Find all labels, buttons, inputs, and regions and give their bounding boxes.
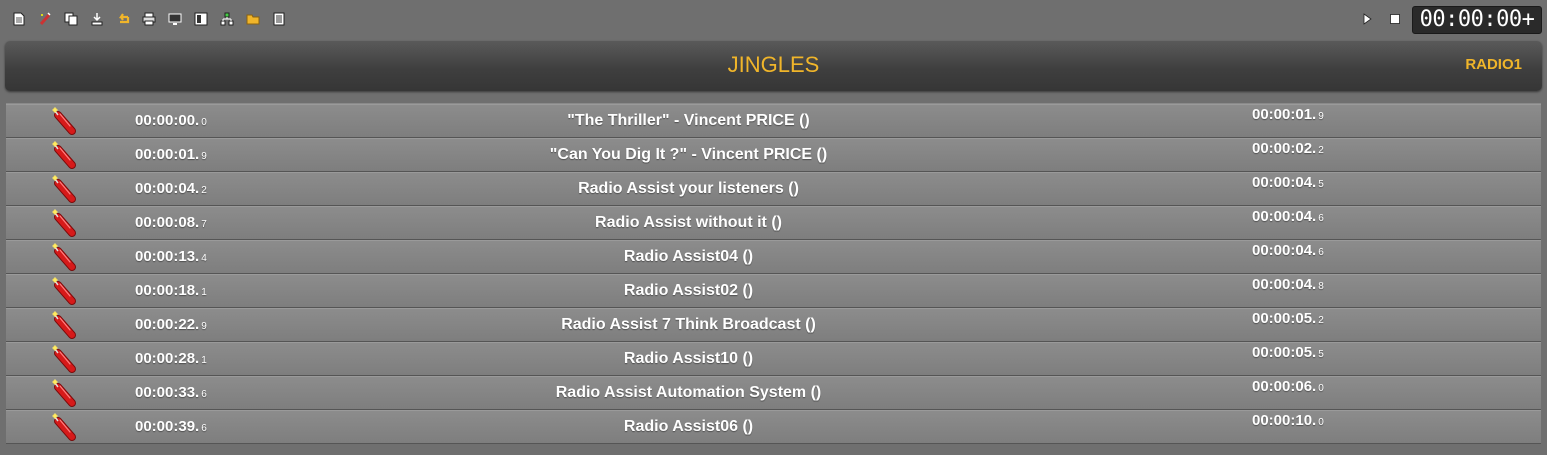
undo-arrow-icon[interactable] bbox=[110, 9, 136, 29]
duration: 00:00:04. 6 bbox=[1252, 208, 1324, 225]
duration: 00:00:04. 6 bbox=[1252, 242, 1324, 259]
jingle-row[interactable]: 00:00:39. 6 Radio Assist06 () 00:00:10. 0 bbox=[6, 410, 1541, 444]
info-card-icon[interactable] bbox=[188, 9, 214, 29]
jingle-title: Radio Assist04 () bbox=[623, 248, 754, 265]
jingle-title: "The Thriller" - Vincent PRICE () bbox=[567, 112, 810, 129]
jingle-row[interactable]: 00:00:00. 0 "The Thriller" - Vincent PRICE… bbox=[6, 104, 1541, 138]
jingle-title: Radio Assist Automation System () bbox=[555, 384, 822, 401]
duration: 00:00:02. 2 bbox=[1252, 140, 1324, 157]
jingle-row[interactable]: 00:00:01. 9 "Can You Dig It ?" - Vincent P… bbox=[6, 138, 1541, 172]
network-icon[interactable] bbox=[214, 9, 240, 29]
countdown-clock[interactable]: 00:00:00+ bbox=[1412, 6, 1542, 34]
jingle-row[interactable]: 00:00:28. 1 Radio Assist10 () 00:00:05. 5 bbox=[6, 342, 1541, 376]
new-document-icon[interactable] bbox=[6, 9, 32, 29]
jingle-row[interactable]: 00:00:04. 2 Radio Assist your listeners ()… bbox=[6, 172, 1541, 206]
jingle-title: Radio Assist without it () bbox=[595, 214, 782, 231]
list-icon[interactable] bbox=[266, 9, 292, 29]
duration: 00:00:04. 8 bbox=[1252, 276, 1324, 293]
jingle-row[interactable]: 00:00:13. 4 Radio Assist04 () 00:00:04. 6 bbox=[6, 240, 1541, 274]
monitor-icon[interactable] bbox=[162, 9, 188, 29]
download-icon[interactable] bbox=[84, 9, 110, 29]
jingle-title: Radio Assist your listeners () bbox=[578, 180, 799, 197]
jingle-title: Radio Assist06 () bbox=[623, 418, 754, 435]
jingle-title: "Can You Dig It ?" - Vincent PRICE () bbox=[549, 146, 828, 163]
jingle-title: Radio Assist 7 Think Broadcast () bbox=[561, 316, 816, 333]
jingle-list: 00:00:00. 0 "The Thriller" - Vincent PRICE… bbox=[6, 103, 1541, 444]
duration: 00:00:01. 9 bbox=[1252, 106, 1324, 123]
transport-controls bbox=[1360, 12, 1402, 26]
copy-icon[interactable] bbox=[58, 9, 84, 29]
duration: 00:00:05. 2 bbox=[1252, 310, 1324, 327]
duration: 00:00:10. 0 bbox=[1252, 412, 1324, 429]
print-icon[interactable] bbox=[136, 9, 162, 29]
jingle-title: Radio Assist10 () bbox=[623, 350, 754, 367]
tool-strip bbox=[6, 9, 292, 29]
panel-header: JINGLES RADIO1 bbox=[5, 41, 1542, 91]
jingle-row[interactable]: 00:00:08. 7 Radio Assist without it () 00:0… bbox=[6, 206, 1541, 240]
duration: 00:00:05. 5 bbox=[1252, 344, 1324, 361]
jingle-row[interactable]: 00:00:18. 1 Radio Assist02 () 00:00:04. 8 bbox=[6, 274, 1541, 308]
jingle-row[interactable]: 00:00:22. 9 Radio Assist 7 Think Broadcast… bbox=[6, 308, 1541, 342]
page-title: JINGLES bbox=[727, 52, 820, 77]
toolbar: 00:00:00+ bbox=[0, 0, 1547, 38]
folder-icon[interactable] bbox=[240, 9, 266, 29]
jingle-title: Radio Assist02 () bbox=[623, 282, 754, 299]
play-icon[interactable] bbox=[1360, 12, 1374, 26]
duration: 00:00:04. 5 bbox=[1252, 174, 1324, 191]
stop-icon[interactable] bbox=[1388, 12, 1402, 26]
station-label: RADIO1 bbox=[1465, 56, 1522, 73]
duration: 00:00:06. 0 bbox=[1252, 378, 1324, 395]
edit-wand-icon[interactable] bbox=[32, 9, 58, 29]
jingle-row[interactable]: 00:00:33. 6 Radio Assist Automation System… bbox=[6, 376, 1541, 410]
